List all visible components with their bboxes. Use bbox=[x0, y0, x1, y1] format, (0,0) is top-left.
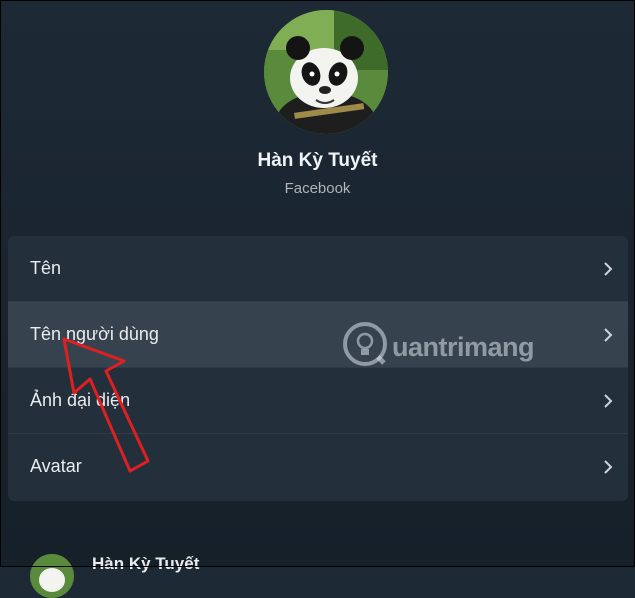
chevron-right-icon bbox=[604, 394, 613, 408]
profile-platform: Facebook bbox=[284, 180, 351, 197]
watermark: uantrimang bbox=[342, 318, 572, 370]
menu-item-name[interactable]: Tên bbox=[8, 236, 628, 302]
menu-item-label: Tên bbox=[30, 258, 62, 278]
profile-name: Hàn Kỳ Tuyết bbox=[257, 150, 378, 171]
chevron-right-icon bbox=[604, 328, 613, 342]
chevron-right-icon bbox=[604, 262, 613, 276]
profile-header: Hàn Kỳ Tuyết Facebook bbox=[0, 0, 635, 230]
panda-photo bbox=[264, 10, 388, 134]
profile-avatar[interactable] bbox=[264, 10, 388, 134]
lightbulb-logo-icon bbox=[343, 322, 387, 366]
account-avatar bbox=[30, 554, 74, 598]
watermark-text: uantrimang bbox=[392, 332, 535, 362]
account-row[interactable]: Hàn Kỳ Tuyết bbox=[30, 548, 630, 598]
chevron-right-icon bbox=[604, 460, 613, 474]
account-name: Hàn Kỳ Tuyết bbox=[92, 554, 200, 573]
annotation-arrow-icon bbox=[62, 337, 150, 473]
